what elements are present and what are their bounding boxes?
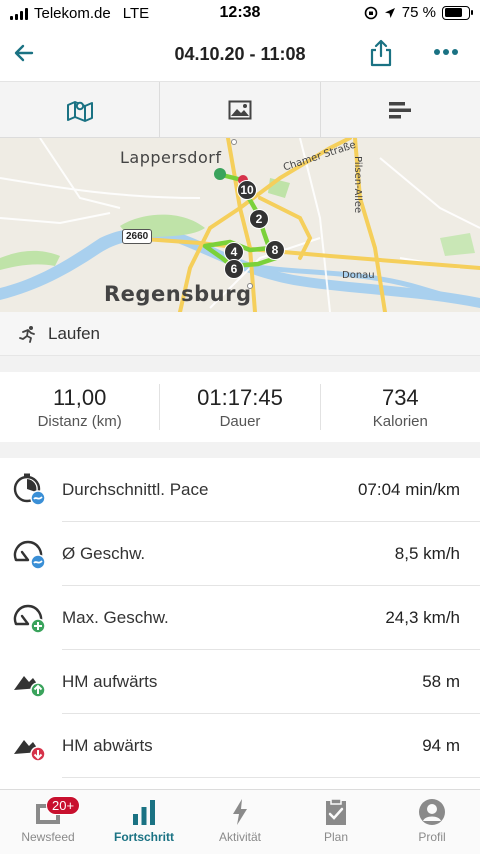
metric-value: 8,5 km/h xyxy=(394,544,460,563)
summary-stats: 11,00 Distanz (km) 01:17:45 Dauer 734 Ka… xyxy=(0,372,480,442)
tab-fortschritt[interactable]: Fortschritt xyxy=(96,790,192,854)
map-label-pilsen: Pilsen-Allee xyxy=(352,156,363,214)
tab-label: Plan xyxy=(323,830,349,844)
battery-icon xyxy=(442,5,473,20)
pace-icon xyxy=(13,473,46,506)
detail-segment-control xyxy=(0,82,480,138)
tab-label: Profil xyxy=(418,830,446,844)
tab-label: Fortschritt xyxy=(114,830,174,844)
lock-rotation-icon xyxy=(364,6,378,19)
stat-value: 11,00 xyxy=(52,384,107,410)
map-label-regensburg: Regensburg xyxy=(104,282,252,306)
tab-label: Newsfeed xyxy=(21,830,75,844)
km-marker: 8 xyxy=(265,240,285,260)
tab-newsfeed[interactable]: 20+ Newsfeed xyxy=(0,790,96,854)
stat-label: Kalorien xyxy=(372,412,428,430)
metric-row-max-speed: Max. Geschw. 24,3 km/h xyxy=(0,586,480,650)
stat-value: 01:17:45 xyxy=(197,384,283,410)
tab-plan[interactable]: Plan xyxy=(288,790,384,854)
metric-label: Durchschnittl. Pace xyxy=(62,480,209,499)
segment-map[interactable] xyxy=(0,82,161,137)
clipboard-icon xyxy=(326,798,346,825)
max-speed-icon xyxy=(13,604,46,634)
tab-label: Aktivität xyxy=(218,830,261,844)
km-marker: 10 xyxy=(237,180,257,200)
progress-bars-icon xyxy=(133,800,155,825)
stat-value: 734 xyxy=(381,384,419,410)
status-right: 75 % xyxy=(364,4,473,21)
map-label-donau: Donau xyxy=(342,270,375,281)
section-spacer xyxy=(0,356,480,372)
metric-value: 58 m xyxy=(422,672,460,691)
tab-profil[interactable]: Profil xyxy=(384,790,480,854)
share-icon[interactable] xyxy=(368,38,394,68)
elevation-up-icon xyxy=(14,676,46,698)
stat-distance: 11,00 Distanz (km) xyxy=(0,384,161,430)
lightning-icon xyxy=(233,799,247,825)
nav-header: 04.10.20 - 11:08 xyxy=(0,28,480,82)
section-spacer xyxy=(0,442,480,458)
chart-bars-icon xyxy=(389,101,412,118)
metric-label: HM aufwärts xyxy=(62,672,158,691)
tab-aktivitaet[interactable]: Aktivität xyxy=(192,790,288,854)
metric-value: 24,3 km/h xyxy=(385,608,460,627)
location-arrow-icon xyxy=(384,7,395,18)
profile-icon xyxy=(419,799,445,825)
metric-label: HM abwärts xyxy=(62,736,153,755)
km-marker: 2 xyxy=(249,209,269,229)
avg-speed-icon xyxy=(13,540,46,570)
map-icon xyxy=(66,100,93,122)
running-icon xyxy=(19,325,35,343)
segment-photos[interactable] xyxy=(160,82,321,137)
metric-label: Max. Geschw. xyxy=(62,608,169,627)
route-map[interactable]: Lappersdorf Regensburg Chamer Straße Pil… xyxy=(0,138,480,312)
metric-value: 07:04 min/km xyxy=(357,480,460,499)
metric-row-avg-speed: Ø Geschw. 8,5 km/h xyxy=(0,522,480,586)
metric-label: Ø Geschw. xyxy=(62,544,146,563)
metrics-list: Durchschnittl. Pace 07:04 min/km Ø Gesch… xyxy=(0,458,480,778)
stat-duration: 01:17:45 Dauer xyxy=(160,384,321,430)
metric-row-pace: Durchschnittl. Pace 07:04 min/km xyxy=(0,458,480,522)
map-label-lappersdorf: Lappersdorf xyxy=(120,148,222,167)
road-number-badge: 2660 xyxy=(122,229,153,244)
bottom-tab-bar: 20+ Newsfeed Fortschritt Aktivität Plan … xyxy=(0,789,480,854)
metric-value: 94 m xyxy=(422,736,460,755)
page-title: 04.10.20 - 11:08 xyxy=(174,44,306,64)
stat-label: Distanz (km) xyxy=(37,412,122,430)
stat-calories: 734 Kalorien xyxy=(321,384,480,430)
metric-row-elevation-up: HM aufwärts 58 m xyxy=(0,650,480,714)
battery-percent: 75 % xyxy=(401,4,436,21)
notification-badge: 20+ xyxy=(46,796,81,815)
image-icon xyxy=(228,100,252,119)
stat-label: Dauer xyxy=(219,412,261,430)
more-dots-icon[interactable] xyxy=(432,42,460,62)
elevation-down-icon xyxy=(14,740,46,762)
status-bar: Telekom.de LTE 12:38 75 % xyxy=(0,0,480,28)
metric-row-elevation-down: HM abwärts 94 m xyxy=(0,714,480,778)
activity-type-row: Laufen xyxy=(0,312,480,356)
km-marker: 6 xyxy=(224,259,244,279)
activity-type-label: Laufen xyxy=(48,323,100,343)
segment-stats[interactable] xyxy=(321,82,480,137)
